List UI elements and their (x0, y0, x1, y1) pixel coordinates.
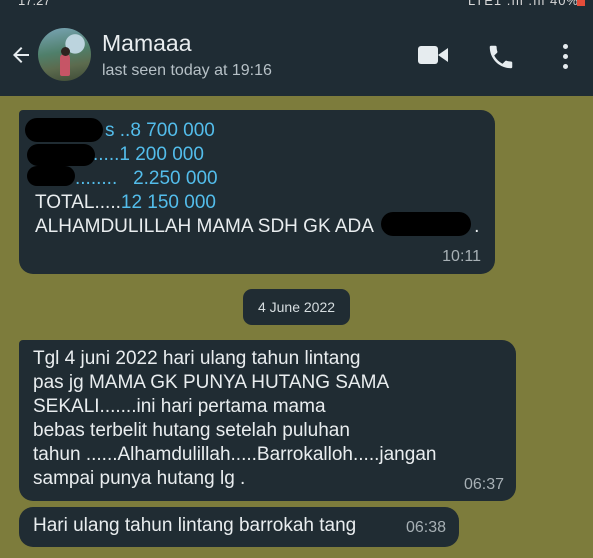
avatar[interactable] (38, 28, 91, 81)
message-line: bebas terbelit hutang setelah puluhan (33, 420, 350, 441)
videocam-icon[interactable] (418, 44, 450, 66)
redaction-blot (27, 166, 75, 186)
back-button[interactable] (6, 41, 36, 69)
message-line: Tgl 4 juni 2022 hari ulang tahun lintang (33, 348, 361, 369)
redaction-blot (381, 212, 471, 236)
message-bubble[interactable]: Tgl 4 juni 2022 hari ulang tahun lintang… (19, 340, 516, 501)
more-vert-icon[interactable] (560, 44, 572, 70)
message-line: SEKALI.......ini hari pertama mama (33, 396, 326, 417)
last-seen-status: last seen today at 19:16 (102, 62, 272, 79)
arrow-left-icon (13, 47, 29, 63)
message-time: 06:38 (405, 519, 446, 536)
message-line: sampai punya hutang lg . (33, 468, 246, 489)
redaction-blot (25, 118, 103, 142)
message-time: 06:37 (463, 476, 504, 493)
message-line: tahun ......Alhamdulillah.....Barrokallo… (33, 444, 437, 465)
message-bubble[interactable]: s ..8 700 000 .....1 200 000 ........ 2.… (19, 110, 495, 274)
contact-name[interactable]: Mamaaa (102, 30, 191, 57)
status-bar: 17:27 LTE1 .ıll .ıll 40% (0, 0, 593, 14)
status-time: 17:27 (18, 0, 51, 8)
chat-header: Mamaaa last seen today at 19:16 (0, 14, 593, 96)
redaction-blot (27, 144, 95, 166)
message-line: pas jg MAMA GK PUNYA HUTANG SAMA (33, 372, 390, 393)
phone-icon[interactable] (486, 42, 516, 72)
message-bubble[interactable]: Hari ulang tahun lintang barrokah tang 0… (19, 507, 459, 547)
battery-icon (577, 0, 585, 6)
message-line: Hari ulang tahun lintang barrokah tang (33, 515, 357, 536)
status-indicators: LTE1 .ıll .ıll 40% (468, 0, 579, 8)
date-separator: 4 June 2022 (243, 289, 350, 325)
message-time: 10:11 (442, 248, 481, 265)
message-line: TOTAL.....12 150 000 (35, 192, 216, 213)
